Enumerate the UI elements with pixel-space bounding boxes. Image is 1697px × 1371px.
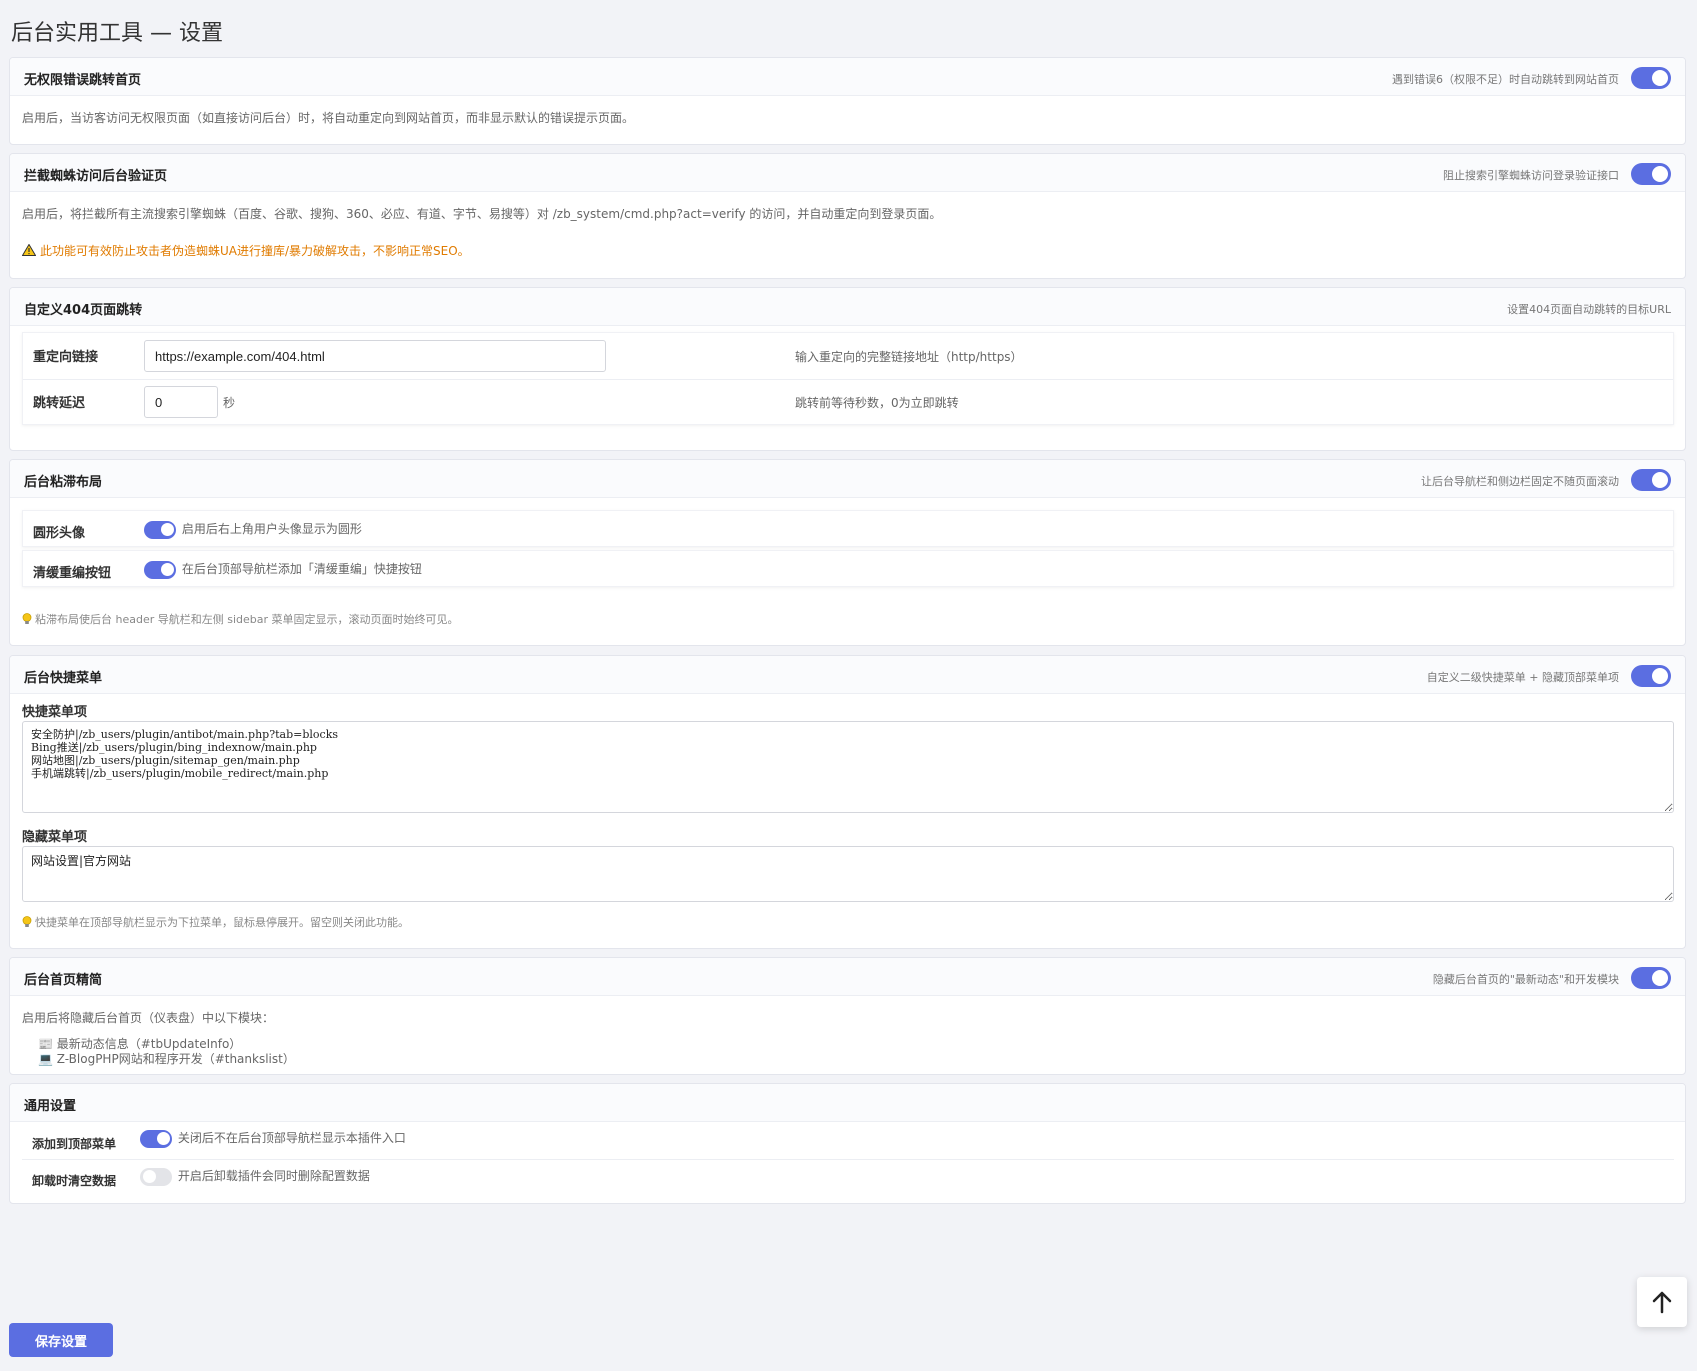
section-title: 后台首页精简 xyxy=(24,973,103,988)
block-spider-toggle[interactable] xyxy=(1631,163,1671,185)
rebuild-button-toggle[interactable] xyxy=(144,560,176,579)
quick-menu-items-textarea[interactable]: 安全防护|/zb_users/plugin/antibot/main.php?t… xyxy=(22,721,1674,813)
sticky-layout-toggle[interactable] xyxy=(1631,469,1671,491)
section-hint: 阻止搜索引擎蜘蛛访问登录验证接口 xyxy=(1443,169,1619,182)
section-hint: 让后台导航栏和侧边栏固定不随页面滚动 xyxy=(1421,475,1619,488)
setting-row: 清缓重编按钮 在后台顶部导航栏添加「清缓重编」快捷按钮 xyxy=(22,550,1674,587)
section-hint: 遇到错误6（权限不足）时自动跳转到网站首页 xyxy=(1392,73,1619,86)
redirect-url-input[interactable] xyxy=(144,340,606,372)
rebuild-button-option: 在后台顶部导航栏添加「清缓重编」快捷按钮 xyxy=(144,560,422,579)
section-header: 拦截蜘蛛访问后台验证页 阻止搜索引擎蜘蛛访问登录验证接口 xyxy=(10,154,1685,192)
section-block-spider: 拦截蜘蛛访问后台验证页 阻止搜索引擎蜘蛛访问登录验证接口 启用后，将拦截所有主流… xyxy=(9,153,1686,279)
redirect-url-label: 重定向链接 xyxy=(33,350,99,365)
list-item: 📰 最新动态信息（#tbUpdateInfo） xyxy=(38,1037,242,1051)
arrow-up-icon xyxy=(1652,1291,1672,1314)
no-permission-toggle[interactable] xyxy=(1631,67,1671,89)
section-title: 后台粘滞布局 xyxy=(24,475,103,490)
clear-on-uninstall-label: 卸载时清空数据 xyxy=(32,1174,117,1188)
section-dashboard-slim: 后台首页精简 隐藏后台首页的"最新动态"和开发模块 启用后将隐藏后台首页（仪表盘… xyxy=(9,957,1686,1075)
setting-row: 圆形头像 启用后右上角用户头像显示为圆形 xyxy=(22,510,1674,547)
section-general: 通用设置 添加到顶部菜单 关闭后不在后台顶部导航栏显示本插件入口 卸载时清空数据… xyxy=(9,1083,1686,1204)
section-header: 后台首页精简 隐藏后台首页的"最新动态"和开发模块 xyxy=(10,958,1685,996)
section-title: 通用设置 xyxy=(24,1099,77,1114)
section-header: 通用设置 xyxy=(10,1084,1685,1122)
section-title: 拦截蜘蛛访问后台验证页 xyxy=(24,169,168,184)
lightbulb-icon xyxy=(22,916,32,927)
section-title: 无权限错误跳转首页 xyxy=(24,73,142,88)
row-divider xyxy=(23,379,1673,380)
clear-on-uninstall-toggle[interactable] xyxy=(140,1167,172,1186)
section-tip: 快捷菜单在顶部导航栏显示为下拉菜单，鼠标悬停展开。留空则关闭此功能。 xyxy=(22,914,409,930)
dashboard-slim-toggle[interactable] xyxy=(1631,967,1671,989)
lightbulb-icon xyxy=(22,613,32,624)
section-header: 后台快捷菜单 自定义二级快捷菜单 + 隐藏顶部菜单项 xyxy=(10,656,1685,694)
clear-on-uninstall-option: 开启后卸载插件会同时删除配置数据 xyxy=(140,1167,370,1186)
section-hint: 自定义二级快捷菜单 + 隐藏顶部菜单项 xyxy=(1426,671,1619,684)
tip-text: 粘滞布局使后台 header 导航栏和左侧 sidebar 菜单固定显示，滚动页… xyxy=(35,613,459,626)
save-settings-button[interactable]: 保存设置 xyxy=(9,1323,113,1357)
section-header: 自定义404页面跳转 设置404页面自动跳转的目标URL xyxy=(10,288,1685,326)
clear-on-uninstall-help: 开启后卸载插件会同时删除配置数据 xyxy=(177,1169,370,1183)
section-header: 后台粘滞布局 让后台导航栏和侧边栏固定不随页面滚动 xyxy=(10,460,1685,498)
add-to-topmenu-help: 关闭后不在后台顶部导航栏显示本插件入口 xyxy=(177,1131,406,1145)
round-avatar-help: 启用后右上角用户头像显示为圆形 xyxy=(181,522,362,536)
hidden-modules-list: 📰 最新动态信息（#tbUpdateInfo） 💻 Z-BlogPHP网站和程序… xyxy=(38,1037,295,1067)
add-to-topmenu-label: 添加到顶部菜单 xyxy=(32,1137,117,1151)
section-hint: 隐藏后台首页的"最新动态"和开发模块 xyxy=(1432,973,1619,986)
section-description: 启用后，当访客访问无权限页面（如直接访问后台）时，将自动重定向到网站首页，而非显… xyxy=(22,111,635,125)
rebuild-button-label: 清缓重编按钮 xyxy=(33,566,112,581)
section-quick-menu: 后台快捷菜单 自定义二级快捷菜单 + 隐藏顶部菜单项 快捷菜单项 安全防护|/z… xyxy=(9,655,1686,949)
section-tip: 粘滞布局使后台 header 导航栏和左侧 sidebar 菜单固定显示，滚动页… xyxy=(22,611,459,627)
round-avatar-label: 圆形头像 xyxy=(33,526,86,541)
add-to-topmenu-option: 关闭后不在后台顶部导航栏显示本插件入口 xyxy=(140,1129,406,1148)
warning-icon xyxy=(22,244,36,256)
quick-menu-toggle[interactable] xyxy=(1631,665,1671,687)
warning-note: 此功能可有效防止攻击者伪造蜘蛛UA进行撞库/暴力破解攻击，不影响正常SEO。 xyxy=(22,242,470,259)
settings-table: 重定向链接 输入重定向的完整链接地址（http/https） 跳转延迟 秒 跳转… xyxy=(22,332,1674,425)
hidden-menu-items-label: 隐藏菜单项 xyxy=(22,830,88,845)
page-title: 后台实用工具 — 设置 xyxy=(11,21,223,46)
redirect-delay-input[interactable] xyxy=(144,386,218,418)
section-hint: 设置404页面自动跳转的目标URL xyxy=(1507,303,1671,316)
rebuild-button-help: 在后台顶部导航栏添加「清缓重编」快捷按钮 xyxy=(181,562,422,576)
scroll-to-top-button[interactable] xyxy=(1637,1277,1687,1327)
section-sticky-layout: 后台粘滞布局 让后台导航栏和侧边栏固定不随页面滚动 圆形头像 启用后右上角用户头… xyxy=(9,459,1686,646)
list-item: 💻 Z-BlogPHP网站和程序开发（#thankslist） xyxy=(38,1052,295,1066)
section-description: 启用后，将拦截所有主流搜索引擎蜘蛛（百度、谷歌、搜狗、360、必应、有道、字节、… xyxy=(22,207,942,221)
add-to-topmenu-toggle[interactable] xyxy=(140,1129,172,1148)
redirect-delay-label: 跳转延迟 xyxy=(33,396,86,411)
round-avatar-option: 启用后右上角用户头像显示为圆形 xyxy=(144,520,362,539)
quick-menu-items-label: 快捷菜单项 xyxy=(22,705,88,720)
section-title: 自定义404页面跳转 xyxy=(24,303,143,318)
redirect-url-help: 输入重定向的完整链接地址（http/https） xyxy=(795,350,1023,364)
section-description: 启用后将隐藏后台首页（仪表盘）中以下模块： xyxy=(22,1011,275,1025)
section-no-permission: 无权限错误跳转首页 遇到错误6（权限不足）时自动跳转到网站首页 启用后，当访客访… xyxy=(9,57,1686,145)
delay-unit: 秒 xyxy=(223,396,236,410)
round-avatar-toggle[interactable] xyxy=(144,520,176,539)
section-custom-404: 自定义404页面跳转 设置404页面自动跳转的目标URL 重定向链接 输入重定向… xyxy=(9,287,1686,451)
section-header: 无权限错误跳转首页 遇到错误6（权限不足）时自动跳转到网站首页 xyxy=(10,58,1685,96)
redirect-delay-help: 跳转前等待秒数，0为立即跳转 xyxy=(795,396,959,410)
tip-text: 快捷菜单在顶部导航栏显示为下拉菜单，鼠标悬停展开。留空则关闭此功能。 xyxy=(35,916,409,929)
hidden-menu-items-textarea[interactable]: 网站设置|官方网站 xyxy=(22,846,1674,902)
section-title: 后台快捷菜单 xyxy=(24,671,103,686)
warning-text: 此功能可有效防止攻击者伪造蜘蛛UA进行撞库/暴力破解攻击，不影响正常SEO。 xyxy=(40,244,470,258)
row-divider xyxy=(22,1159,1674,1160)
